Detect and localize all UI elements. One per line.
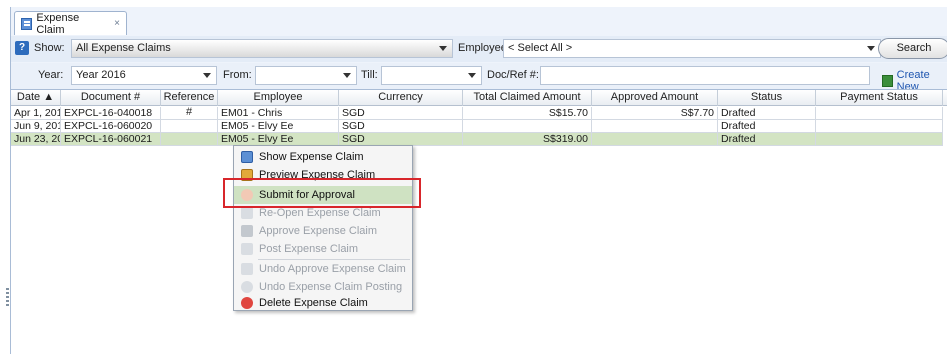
menu-item-show-expense-claim[interactable]: Show Expense Claim <box>234 148 412 166</box>
cell-total-claimed <box>463 120 592 133</box>
from-date-select[interactable] <box>255 66 357 85</box>
cell-reference <box>161 133 218 146</box>
cell-total-claimed: S$15.70 <box>463 107 592 120</box>
cell-approved <box>592 120 718 133</box>
cell-date: Jun 9, 2016 <box>11 120 61 133</box>
menu-item-label: Re-Open Expense Claim <box>259 207 381 219</box>
reopen-icon <box>241 207 253 219</box>
column-header-approved[interactable]: Approved Amount <box>592 90 718 106</box>
tab-expense-claim[interactable]: Expense Claim × <box>14 11 127 36</box>
cell-reference <box>161 120 218 133</box>
cell-payment-status <box>816 133 943 146</box>
chevron-down-icon <box>468 73 476 78</box>
docref-input[interactable] <box>540 66 870 85</box>
column-header-status[interactable]: Status <box>718 90 816 106</box>
menu-item-undo-approve-expense-claim[interactable]: Undo Approve Expense Claim <box>234 260 412 278</box>
menu-item-delete-expense-claim[interactable]: Delete Expense Claim <box>234 294 412 312</box>
menu-item-label: Delete Expense Claim <box>259 297 368 309</box>
employee-select[interactable]: < Select All > <box>503 39 881 58</box>
expense-claim-window: Expense Claim × ? Show: All Expense Clai… <box>10 7 947 354</box>
column-header-currency[interactable]: Currency <box>339 90 463 106</box>
till-date-select[interactable] <box>381 66 482 85</box>
show-select[interactable]: All Expense Claims <box>71 39 453 58</box>
table-row[interactable]: Apr 1, 2016 EXPCL-16-040018 EM01 - Chris… <box>11 107 947 120</box>
menu-item-label: Undo Expense Claim Posting <box>259 281 403 293</box>
chevron-down-icon <box>203 73 211 78</box>
menu-item-label: Post Expense Claim <box>259 243 359 255</box>
column-header-employee[interactable]: Employee <box>218 90 339 106</box>
expense-claim-icon <box>21 17 33 30</box>
chevron-down-icon <box>343 73 351 78</box>
cell-date: Apr 1, 2016 <box>11 107 61 120</box>
column-header-payment-status[interactable]: Payment Status <box>816 90 943 106</box>
table-row-selected[interactable]: Jun 23, 2016 EXPCL-16-060021 EM05 - Elvy… <box>11 133 947 146</box>
column-header-reference[interactable]: Reference # <box>161 90 218 118</box>
highlight-box <box>223 178 421 208</box>
context-menu: Show Expense Claim Preview Expense Claim… <box>233 145 413 311</box>
tab-label: Expense Claim <box>36 11 80 36</box>
cell-employee: EM01 - Chris <box>218 107 339 120</box>
docref-label: Doc/Ref #: <box>487 69 539 81</box>
cell-approved: S$7.70 <box>592 107 718 120</box>
tab-strip: Expense Claim × <box>11 7 947 36</box>
menu-item-label: Approve Expense Claim <box>259 225 378 237</box>
close-icon[interactable]: × <box>114 18 120 29</box>
menu-item-label: Undo Approve Expense Claim <box>259 263 406 275</box>
cell-currency: SGD <box>339 120 463 133</box>
filter-row-2: Year: Year 2016 From: Till: Doc/Ref #: C… <box>11 63 947 93</box>
cell-status: Drafted <box>718 133 816 146</box>
cell-total-claimed: S$319.00 <box>463 133 592 146</box>
year-select[interactable]: Year 2016 <box>71 66 217 85</box>
post-icon <box>241 243 253 255</box>
filter-row-1: ? Show: All Expense Claims Employee: < S… <box>11 36 947 62</box>
chevron-down-icon <box>439 46 447 51</box>
year-label: Year: <box>38 69 64 81</box>
from-label: From: <box>223 69 252 81</box>
chevron-down-icon <box>867 46 875 51</box>
cell-approved <box>592 133 718 146</box>
table-row[interactable]: Jun 9, 2016 EXPCL-16-060020 EM05 - Elvy … <box>11 120 947 133</box>
delete-icon <box>241 297 253 309</box>
year-select-value: Year 2016 <box>76 69 126 81</box>
column-header-document[interactable]: Document # <box>61 90 161 106</box>
menu-item-approve-expense-claim[interactable]: Approve Expense Claim <box>234 222 412 240</box>
document-icon <box>241 151 253 163</box>
table-header: Date ▲ Document # Reference # Employee C… <box>11 90 947 118</box>
create-new-icon <box>882 75 893 87</box>
employee-select-value: < Select All > <box>508 42 573 54</box>
search-button[interactable]: Search <box>878 38 947 59</box>
column-header-date[interactable]: Date ▲ <box>11 90 61 106</box>
check-icon <box>241 225 253 237</box>
menu-item-label: Show Expense Claim <box>259 151 364 163</box>
cell-status: Drafted <box>718 120 816 133</box>
cell-currency: SGD <box>339 107 463 120</box>
menu-item-post-expense-claim[interactable]: Post Expense Claim <box>234 240 412 258</box>
resize-grip[interactable] <box>6 288 9 308</box>
undo-approve-icon <box>241 263 253 275</box>
cell-date: Jun 23, 2016 <box>11 133 61 146</box>
cell-payment-status <box>816 107 943 120</box>
cell-document: EXPCL-16-060021 <box>61 133 161 146</box>
show-select-value: All Expense Claims <box>76 42 171 54</box>
cell-status: Drafted <box>718 107 816 120</box>
show-label: Show: <box>34 42 65 54</box>
expense-claims-table: Date ▲ Document # Reference # Employee C… <box>11 89 947 354</box>
undo-post-icon <box>241 281 253 293</box>
cell-reference <box>161 107 218 120</box>
cell-employee: EM05 - Elvy Ee <box>218 120 339 133</box>
help-icon[interactable]: ? <box>15 41 29 55</box>
till-label: Till: <box>361 69 378 81</box>
column-header-total-claimed[interactable]: Total Claimed Amount <box>463 90 592 106</box>
cell-document: EXPCL-16-060020 <box>61 120 161 133</box>
cell-document: EXPCL-16-040018 <box>61 107 161 120</box>
cell-payment-status <box>816 120 943 133</box>
